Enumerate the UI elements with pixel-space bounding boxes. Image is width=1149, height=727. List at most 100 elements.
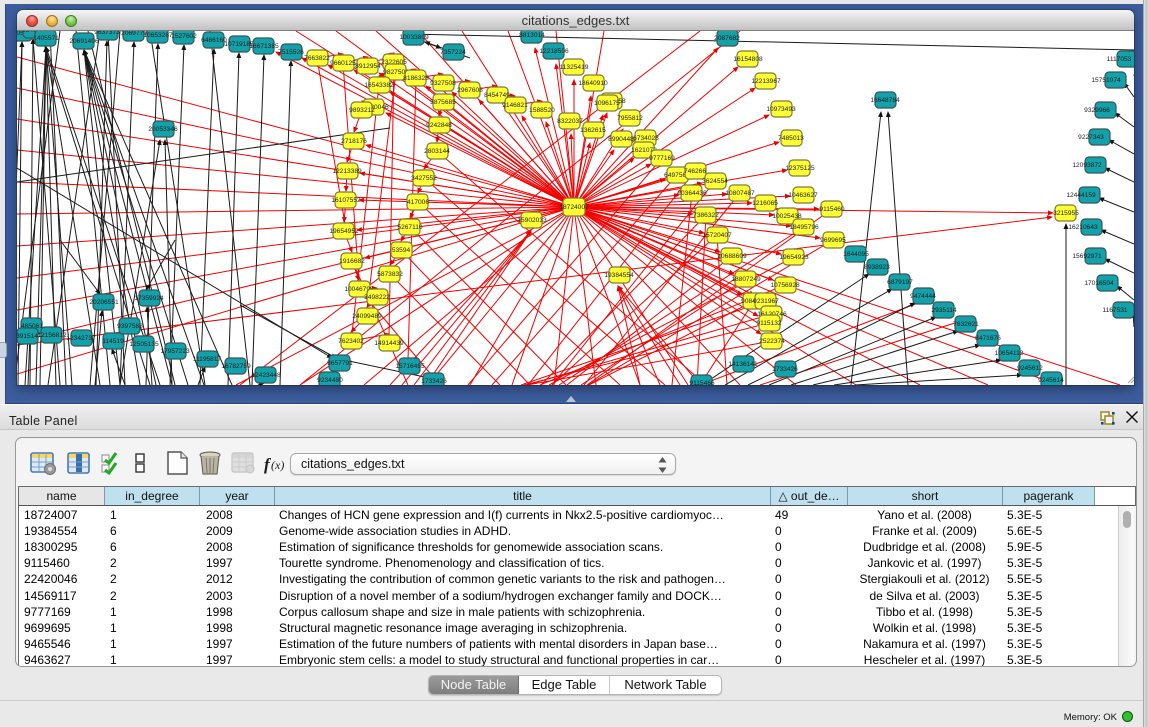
svg-text:2935114: 2935114 [931, 307, 957, 314]
svg-text:16543382: 16543382 [364, 82, 394, 89]
svg-text:1733426: 1733426 [421, 378, 447, 385]
svg-text:8813014: 8813014 [519, 32, 545, 39]
svg-text:1216065: 1216065 [752, 200, 778, 207]
svg-text:10756928: 10756928 [770, 282, 800, 289]
svg-text:10653287: 10653287 [143, 32, 173, 39]
svg-text:8990448: 8990448 [608, 136, 634, 143]
svg-text:1588520: 1588520 [529, 107, 555, 114]
svg-text:8938923: 8938923 [864, 264, 890, 271]
svg-text:1733426: 1733426 [772, 366, 798, 373]
svg-text:12093872: 12093872 [1072, 162, 1102, 169]
svg-text:5873832: 5873832 [377, 271, 403, 278]
svg-text:10033809: 10033809 [399, 34, 429, 41]
svg-text:7357224: 7357224 [440, 49, 466, 56]
svg-text:2522374: 2522374 [759, 338, 785, 345]
svg-text:11195817: 11195817 [193, 356, 222, 363]
svg-text:12375125: 12375125 [785, 165, 815, 172]
svg-text:14136141: 14136141 [728, 361, 758, 368]
svg-text:417006: 417006 [407, 199, 429, 206]
svg-text:9637373: 9637373 [94, 31, 120, 36]
svg-text:12342737: 12342737 [66, 335, 96, 342]
svg-text:16782759: 16782759 [221, 363, 251, 370]
svg-text:9474444: 9474444 [910, 293, 936, 300]
svg-text:18495796: 18495796 [789, 224, 819, 231]
svg-text:24099489: 24099489 [352, 313, 382, 320]
svg-text:9115466: 9115466 [689, 380, 715, 385]
svg-text:16107552: 16107552 [331, 197, 361, 204]
svg-text:14914439: 14914439 [374, 340, 404, 347]
svg-text:11325419: 11325419 [560, 64, 589, 71]
svg-text:7623402: 7623402 [338, 338, 364, 345]
svg-text:15692971: 15692971 [1072, 253, 1102, 260]
svg-text:8322037: 8322037 [557, 118, 583, 125]
svg-text:9231967: 9231967 [753, 298, 779, 305]
svg-text:19384554: 19384554 [604, 272, 634, 279]
svg-text:20364436: 20364436 [677, 190, 707, 197]
svg-text:391514: 391514 [17, 333, 38, 340]
svg-text:16154808: 16154808 [733, 56, 763, 63]
svg-text:10654112: 10654112 [995, 350, 1024, 357]
svg-text:8186328: 8186328 [403, 75, 429, 82]
svg-text:2087682: 2087682 [714, 35, 740, 42]
svg-text:3624554: 3624554 [702, 178, 728, 185]
svg-text:9699695: 9699695 [820, 237, 846, 244]
svg-text:6879197: 6879197 [887, 279, 913, 286]
svg-text:(x): (x) [271, 458, 284, 472]
svg-text:1644095: 1644095 [843, 251, 869, 258]
svg-text:9115460: 9115460 [819, 206, 845, 213]
svg-text:1405571: 1405571 [33, 35, 59, 42]
svg-text:7955812: 7955812 [617, 115, 643, 122]
svg-text:1167531: 1167531 [1102, 307, 1128, 314]
svg-text:8471676: 8471676 [975, 335, 1001, 342]
svg-text:10463627: 10463627 [788, 192, 818, 199]
svg-text:9777169: 9777169 [649, 155, 675, 162]
svg-text:9146821: 9146821 [502, 102, 528, 109]
svg-text:18640910: 18640910 [578, 80, 608, 87]
svg-text:12444159: 12444159 [1066, 192, 1096, 199]
svg-text:17359924: 17359924 [134, 295, 164, 302]
svg-text:10688609: 10688609 [717, 253, 747, 260]
svg-text:12423448: 12423448 [251, 372, 281, 379]
svg-text:3427552: 3427552 [411, 175, 437, 182]
svg-text:1916682: 1916682 [339, 258, 365, 265]
svg-text:12156812: 12156812 [37, 332, 67, 339]
svg-text:7632621: 7632621 [953, 321, 979, 328]
svg-text:1527602: 1527602 [171, 33, 197, 40]
svg-text:16671385: 16671385 [249, 43, 279, 50]
svg-text:9245612: 9245612 [1017, 365, 1043, 372]
svg-text:2803144: 2803144 [424, 148, 450, 155]
svg-text:10807487: 10807487 [725, 190, 755, 197]
svg-text:53594: 53594 [392, 247, 411, 254]
svg-text:2967608: 2967608 [457, 87, 483, 94]
svg-text:1117053: 1117053 [1107, 56, 1132, 63]
svg-text:3498222: 3498222 [364, 294, 390, 301]
svg-text:746266: 746266 [684, 168, 706, 175]
svg-text:17016504: 17016504 [1084, 280, 1114, 287]
svg-text:12218506: 12218506 [539, 48, 569, 55]
svg-text:8912954: 8912954 [355, 63, 381, 70]
svg-text:17957223: 17957223 [160, 348, 190, 355]
svg-text:2718176: 2718176 [341, 138, 367, 145]
svg-text:15720407: 15720407 [702, 232, 732, 239]
svg-text:9397588: 9397588 [117, 323, 143, 330]
svg-text:1096175: 1096175 [594, 100, 620, 107]
svg-text:7515526: 7515526 [278, 49, 304, 56]
svg-text:10973493: 10973493 [766, 106, 796, 113]
svg-text:15751074: 15751074 [1091, 77, 1121, 84]
svg-text:9327508: 9327508 [430, 80, 456, 87]
svg-text:7386322: 7386322 [693, 212, 719, 219]
svg-text:15902033: 15902033 [517, 217, 547, 224]
svg-text:9893212: 9893212 [349, 107, 375, 114]
svg-text:3875685: 3875685 [430, 99, 456, 106]
svg-text:5267110: 5267110 [397, 224, 423, 231]
svg-text:15716485: 15716485 [395, 363, 425, 370]
svg-text:6734028: 6734028 [633, 135, 659, 142]
svg-text:9234480: 9234480 [317, 377, 343, 384]
svg-text:9245614: 9245614 [1038, 377, 1064, 384]
svg-text:19654952: 19654952 [329, 228, 359, 235]
svg-text:12505135: 12505135 [129, 341, 159, 348]
svg-text:19654923: 19654923 [779, 254, 809, 261]
svg-text:9242848: 9242848 [426, 122, 452, 129]
svg-text:7663822: 7663822 [304, 55, 330, 62]
svg-text:20053346: 20053346 [148, 126, 178, 133]
